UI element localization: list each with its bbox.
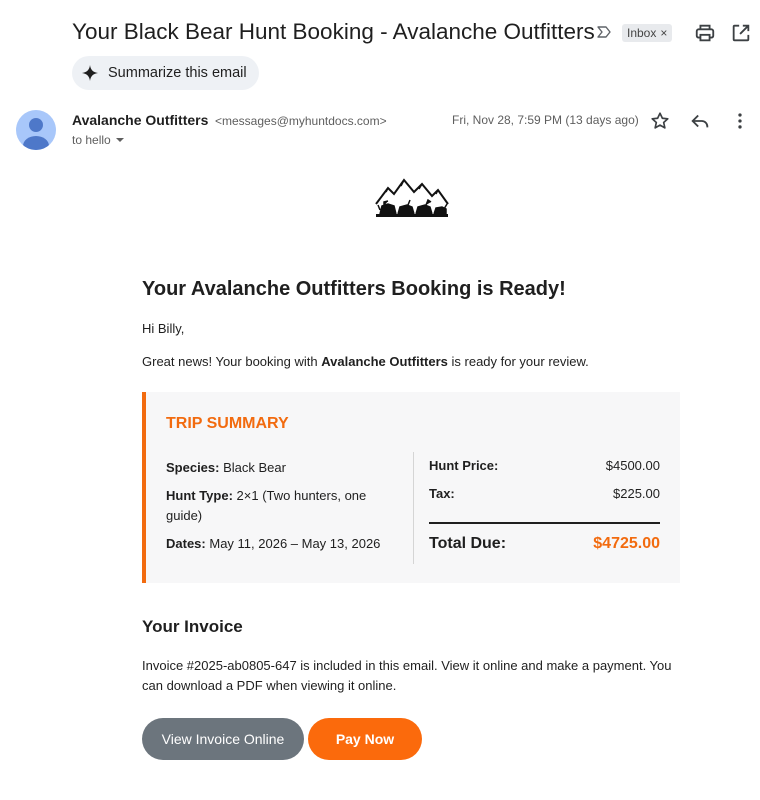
inbox-label-chip[interactable]: Inbox × [622,24,673,42]
sparkle-icon [82,65,98,81]
view-invoice-online-button[interactable]: View Invoice Online [142,718,304,760]
species-value: Black Bear [219,460,286,475]
hunt-type-label: Hunt Type: [166,488,233,503]
hunt-price-label: Hunt Price: [429,458,499,473]
summarize-label: Summarize this email [108,65,247,81]
sender-email: <messages@myhuntdocs.com> [215,114,387,128]
email-date: Fri, Nov 28, 7:59 PM (13 days ago) [452,113,639,127]
total-divider [429,522,660,524]
total-due-value: $4725.00 [593,535,660,552]
dates-value: May 11, 2026 – May 13, 2026 [205,536,381,551]
trip-summary-title: TRIP SUMMARY [166,415,289,432]
recipient-line: to hello [72,133,111,147]
intro-company: Avalanche Outfitters [321,354,448,369]
intro-paragraph: Great news! Your booking with Avalanche … [142,354,589,369]
dates-label: Dates: [166,536,206,551]
invoice-paragraph: Invoice #2025-ab0805-647 is included in … [142,658,672,693]
summary-column-divider [413,452,414,564]
hunt-price-value: $4500.00 [605,458,660,473]
intro-suffix: is ready for your review. [447,354,589,369]
outfitter-logo [375,178,449,217]
species-row: Species: Black Bear [166,458,286,478]
sender-name[interactable]: Avalanche Outfitters [72,112,208,128]
hunt-type-row: Hunt Type: 2×1 (Two hunters, one guide) [166,486,391,526]
star-icon[interactable] [649,110,671,132]
species-label: Species: [166,460,220,475]
print-icon[interactable] [694,22,716,44]
importance-marker-icon[interactable] [596,24,612,40]
tax-label: Tax: [429,486,455,501]
person-icon [23,118,49,150]
caret-down-icon [115,138,124,142]
total-due-label: Total Due: [429,535,507,552]
dates-row: Dates: May 11, 2026 – May 13, 2026 [166,534,380,554]
more-options-icon[interactable] [729,110,751,132]
inbox-label-text: Inbox [627,26,657,40]
intro-prefix: Great news! Your booking with [142,354,322,369]
pay-now-button[interactable]: Pay Now [308,718,422,760]
booking-heading: Your Avalanche Outfitters Booking is Rea… [142,278,566,300]
recipient-details-toggle[interactable]: to hello [72,133,125,147]
greeting: Hi Billy, [142,321,185,336]
reply-icon[interactable] [689,110,711,132]
sender-avatar[interactable] [16,110,56,150]
remove-label-icon[interactable]: × [660,26,667,40]
summarize-email-button[interactable]: Summarize this email [72,56,259,90]
invoice-heading: Your Invoice [142,617,243,636]
open-in-new-window-icon[interactable] [730,22,752,44]
tax-value: $225.00 [613,486,660,501]
email-subject: Your Black Bear Hunt Booking - Avalanche… [72,19,595,44]
